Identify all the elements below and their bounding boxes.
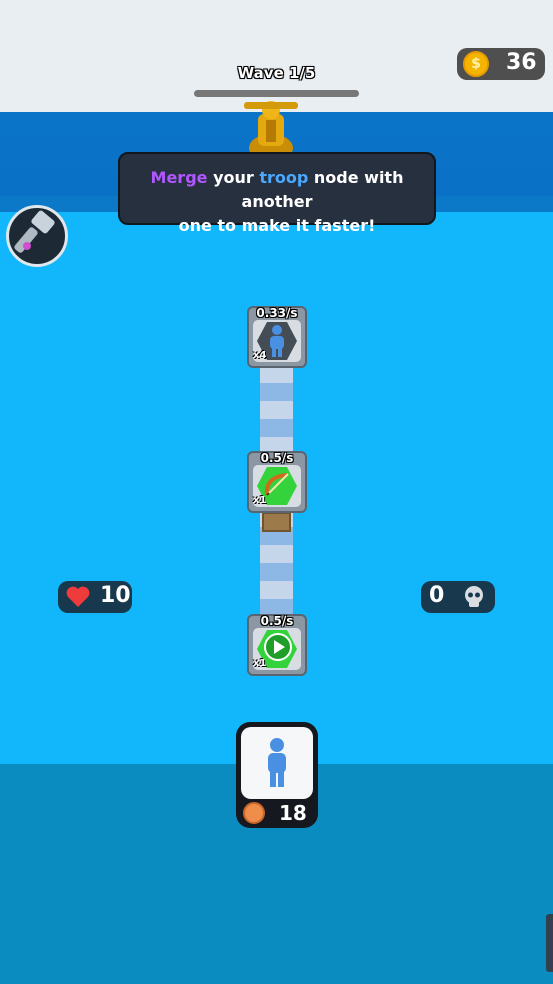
troop-word: troop: [259, 168, 309, 187]
coin-icon: $: [463, 51, 489, 77]
spawn-troop-button[interactable]: 18: [236, 722, 318, 828]
tutorial-tooltip: Merge your troop node with another one t…: [118, 152, 436, 235]
kills-counter: 0: [421, 581, 495, 613]
tutorial-line-1: Merge your troop node with another: [120, 166, 434, 214]
wrench-icon: [14, 210, 55, 253]
wrench-tool-button[interactable]: [6, 205, 68, 267]
archer-node[interactable]: 0.5/s x1: [247, 451, 307, 513]
enemy-knight: [244, 101, 298, 160]
play-icon: [264, 633, 292, 661]
wave-progress-bar: [194, 90, 359, 97]
spawn-card-face: [241, 727, 313, 799]
node-multiplier: x1: [253, 495, 267, 506]
coin-icon: [243, 802, 265, 824]
spawn-cost: 18: [279, 801, 307, 825]
kills-value: 0: [429, 583, 445, 608]
node-rate: 0.33/s: [256, 306, 298, 320]
node-multiplier: x1: [253, 658, 267, 669]
tutorial-line-2: one to make it faster!: [178, 216, 376, 235]
lives-value: 10: [100, 583, 131, 608]
node-rate: 0.5/s: [260, 614, 294, 628]
coin-value: 36: [506, 50, 537, 75]
start-node[interactable]: 0.5/s x1: [247, 614, 307, 676]
skull-icon: [465, 586, 483, 607]
tutorial-text: your: [207, 168, 260, 187]
troop-node[interactable]: 0.33/s x4: [247, 306, 307, 368]
node-multiplier: x4: [253, 350, 267, 361]
side-handle: [546, 914, 553, 972]
troop-icon: [268, 738, 286, 787]
lives-counter: 10: [58, 581, 132, 613]
merge-word: Merge: [150, 168, 208, 187]
lane-crate: [262, 512, 291, 532]
troop-icon: [270, 325, 284, 357]
heart-icon: [66, 586, 90, 607]
node-rate: 0.5/s: [260, 451, 294, 465]
